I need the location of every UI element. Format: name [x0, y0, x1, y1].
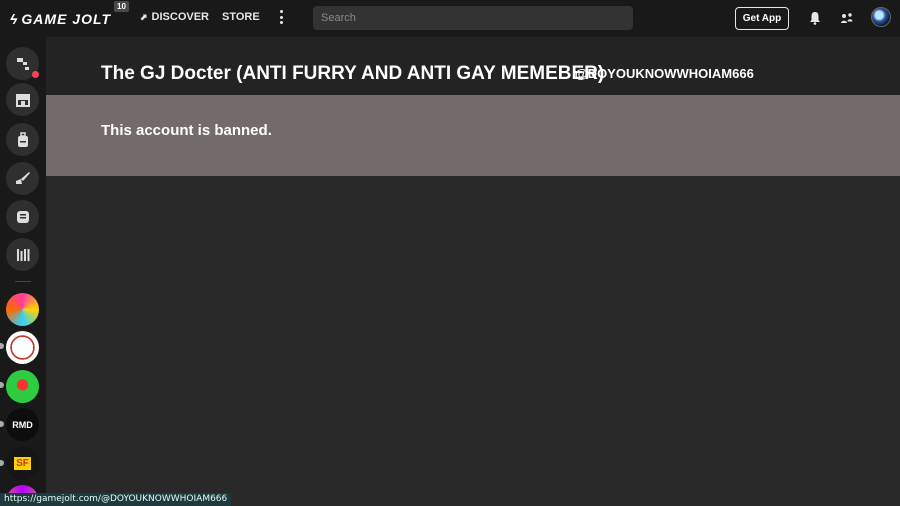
creator-icon	[15, 171, 30, 184]
sidebar-item-store[interactable]	[6, 83, 39, 116]
friends-icon[interactable]	[839, 10, 855, 26]
game-jolt-logo[interactable]: ϟ GAME JOLT	[10, 11, 111, 27]
backpack-icon	[17, 131, 28, 147]
nav-discover[interactable]: ⬈ DISCOVER	[140, 11, 209, 23]
banned-message: This account is banned.	[101, 122, 272, 139]
community-indicator	[0, 343, 4, 349]
chat-icon	[16, 210, 29, 223]
sidebar-item-chat[interactable]	[6, 200, 39, 233]
rocket-icon: ⬈	[140, 11, 148, 22]
nav-store[interactable]: STORE	[222, 11, 260, 23]
bolt-icon: ϟ	[10, 11, 19, 27]
nav-discover-label: DISCOVER	[151, 11, 210, 23]
status-bar-url: https://gamejolt.com/@DOYOUKNOWWHOIAM666	[0, 493, 232, 506]
activity-icon	[16, 57, 29, 70]
community-avatar[interactable]	[6, 331, 39, 364]
community-label: RMD	[12, 419, 33, 430]
more-menu-icon[interactable]	[277, 10, 285, 24]
top-bar: ϟ GAME JOLT 10 ⬈ DISCOVER STORE Get App	[0, 0, 900, 37]
main-content: The GJ Docter (ANTI FURRY AND ANTI GAY M…	[46, 37, 900, 506]
logo-text: GAME JOLT	[21, 11, 112, 27]
community-indicator	[0, 460, 4, 466]
community-avatar[interactable]: SF	[6, 447, 39, 480]
library-icon	[16, 248, 29, 261]
nav-store-label: STORE	[222, 11, 260, 23]
sidebar: RMD SF	[0, 37, 46, 506]
search-input[interactable]	[313, 6, 633, 30]
sidebar-item-creator[interactable]	[6, 162, 39, 195]
community-label: SF	[14, 457, 31, 470]
profile-header: The GJ Docter (ANTI FURRY AND ANTI GAY M…	[46, 37, 900, 95]
banned-notice: This account is banned.	[46, 95, 900, 176]
bell-icon[interactable]	[807, 10, 823, 26]
sidebar-item-backpack[interactable]	[6, 123, 39, 156]
logo-badge: 10	[114, 1, 129, 12]
store-icon	[15, 93, 30, 107]
community-avatar[interactable]	[6, 370, 39, 403]
profile-username: @DOYOUKNOWWHOIAM666	[575, 66, 754, 81]
notification-dot	[32, 71, 39, 78]
community-indicator	[0, 421, 4, 427]
profile-display-name: The GJ Docter (ANTI FURRY AND ANTI GAY M…	[101, 63, 605, 84]
community-indicator	[0, 382, 4, 388]
get-app-button[interactable]: Get App	[735, 7, 789, 30]
sidebar-divider	[15, 281, 31, 282]
community-avatar[interactable]: RMD	[6, 408, 39, 441]
community-avatar[interactable]	[6, 293, 39, 326]
sidebar-item-library[interactable]	[6, 238, 39, 271]
user-avatar[interactable]	[871, 7, 891, 27]
